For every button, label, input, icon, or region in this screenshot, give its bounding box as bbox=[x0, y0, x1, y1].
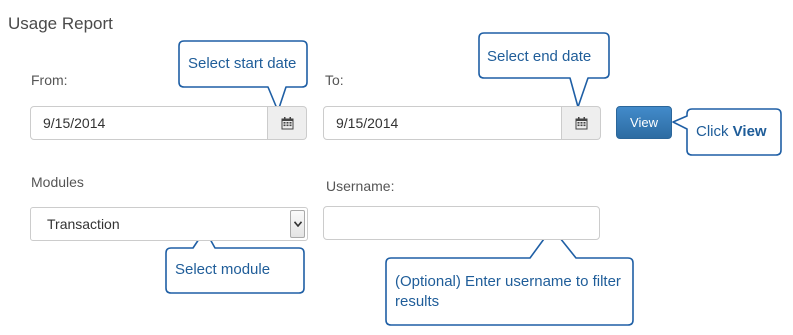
callout-click-view: Click View bbox=[696, 122, 767, 142]
modules-selected-value: Transaction bbox=[47, 216, 120, 232]
from-date-group: 9/15/2014 bbox=[30, 106, 307, 140]
username-input[interactable] bbox=[323, 206, 600, 240]
modules-select[interactable]: Transaction bbox=[30, 207, 308, 241]
callout-select-module: Select module bbox=[175, 261, 271, 278]
view-button[interactable]: View bbox=[616, 106, 672, 139]
username-label: Username: bbox=[326, 178, 395, 194]
callout-end-date: Select end date bbox=[487, 48, 592, 65]
to-calendar-button[interactable] bbox=[562, 106, 601, 140]
callout-click-prefix: Click bbox=[696, 123, 733, 140]
callout-click-bold: View bbox=[732, 123, 767, 140]
callout-start-date: Select start date bbox=[188, 55, 297, 72]
from-label: From: bbox=[31, 72, 68, 88]
to-date-group: 9/15/2014 bbox=[323, 106, 601, 140]
chevron-down-icon[interactable] bbox=[290, 210, 305, 238]
from-calendar-button[interactable] bbox=[268, 106, 307, 140]
to-date-input[interactable]: 9/15/2014 bbox=[323, 106, 562, 140]
calendar-icon bbox=[281, 116, 293, 129]
to-label: To: bbox=[325, 72, 344, 88]
from-date-input[interactable]: 9/15/2014 bbox=[30, 106, 268, 140]
callout-end-date-shape bbox=[478, 32, 610, 108]
callout-start-date-shape bbox=[178, 40, 308, 112]
calendar-icon bbox=[575, 116, 587, 129]
modules-label: Modules bbox=[31, 174, 84, 190]
page-title: Usage Report bbox=[8, 14, 113, 33]
callout-username-hint: (Optional) Enter username to filter resu… bbox=[395, 273, 621, 310]
